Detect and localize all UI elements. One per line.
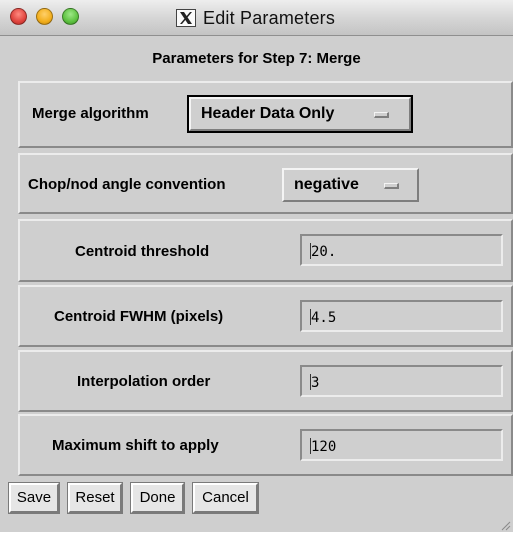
step-heading: Parameters for Step 7: Merge xyxy=(152,50,361,67)
menu-indicator-icon xyxy=(384,183,399,189)
chop-nod-angle-label: Chop/nod angle convention xyxy=(28,176,226,193)
centroid-threshold-frame: Centroid threshold 20. xyxy=(18,219,513,282)
save-button[interactable]: Save xyxy=(8,482,60,514)
cancel-button[interactable]: Cancel xyxy=(192,482,259,514)
done-button[interactable]: Done xyxy=(130,482,185,514)
centroid-fwhm-field[interactable]: 4.5 xyxy=(300,300,503,332)
zoom-window-button[interactable] xyxy=(62,8,79,25)
centroid-threshold-field[interactable]: 20. xyxy=(300,234,503,266)
chop-nod-angle-frame: Chop/nod angle convention negative xyxy=(18,153,513,214)
interpolation-order-field[interactable]: 3 xyxy=(300,365,503,397)
centroid-threshold-label: Centroid threshold xyxy=(75,243,210,260)
edit-parameters-window: Edit Parameters Parameters for Step 7: M… xyxy=(0,0,513,532)
menu-indicator-icon xyxy=(374,112,389,118)
chop-nod-angle-menu[interactable]: negative xyxy=(282,168,419,202)
interpolation-order-frame: Interpolation order 3 xyxy=(18,350,513,412)
maximum-shift-label: Maximum shift to apply xyxy=(52,437,219,454)
interpolation-order-label: Interpolation order xyxy=(77,373,211,390)
title-bar[interactable]: Edit Parameters xyxy=(0,0,513,36)
x11-logo-icon xyxy=(176,9,196,27)
centroid-fwhm-frame: Centroid FWHM (pixels) 4.5 xyxy=(18,285,513,347)
merge-algorithm-value: Header Data Only xyxy=(201,105,335,122)
resize-grip-icon[interactable] xyxy=(499,518,511,531)
merge-algorithm-label: Merge algorithm xyxy=(32,105,149,122)
minimize-window-button[interactable] xyxy=(36,8,53,25)
close-window-button[interactable] xyxy=(10,8,27,25)
merge-algorithm-frame: Merge algorithm Header Data Only xyxy=(18,81,513,148)
merge-algorithm-menu[interactable]: Header Data Only xyxy=(187,95,413,133)
window-title: Edit Parameters xyxy=(203,8,336,28)
chop-nod-angle-value: negative xyxy=(294,176,359,193)
reset-button[interactable]: Reset xyxy=(67,482,123,514)
maximum-shift-field[interactable]: 120 xyxy=(300,429,503,461)
centroid-fwhm-label: Centroid FWHM (pixels) xyxy=(54,308,224,325)
maximum-shift-frame: Maximum shift to apply 120 xyxy=(18,414,513,476)
